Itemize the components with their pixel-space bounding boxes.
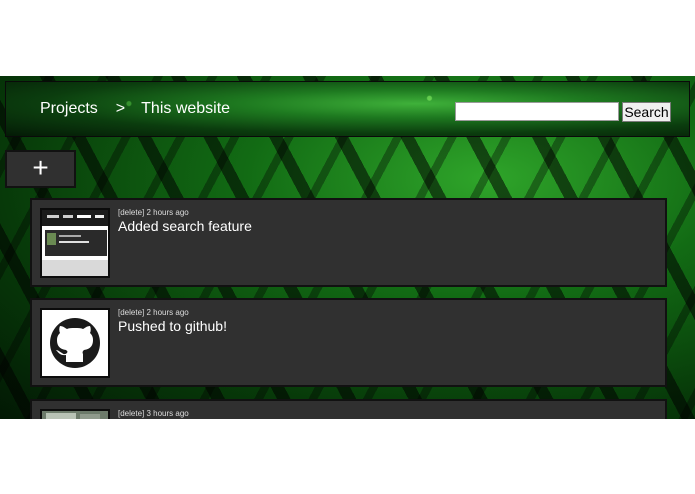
add-entry-button[interactable]: + xyxy=(5,150,76,188)
entry-title: Added search feature xyxy=(118,218,252,234)
search-input[interactable] xyxy=(455,102,619,121)
breadcrumb-current: This website xyxy=(141,100,231,117)
github-thumbnail xyxy=(40,308,110,378)
entry-time: 2 hours ago xyxy=(146,208,189,217)
page-viewport: Projects > This website Search + [delete… xyxy=(0,76,695,419)
list-item: [delete] 2 hours ago Pushed to github! xyxy=(30,298,667,387)
delete-link[interactable]: [delete] xyxy=(118,208,144,217)
screenshot-thumbnail xyxy=(40,208,110,278)
search-button[interactable]: Search xyxy=(622,102,671,122)
list-item: [delete] 2 hours ago Added search featur… xyxy=(30,198,667,287)
github-icon xyxy=(50,318,100,368)
header-banner: Projects > This website Search xyxy=(5,81,690,137)
breadcrumb: Projects > This website xyxy=(40,100,230,118)
entry-time: 3 hours ago xyxy=(146,409,189,418)
breadcrumb-projects[interactable]: Projects xyxy=(40,100,98,118)
delete-link[interactable]: [delete] xyxy=(118,409,144,418)
entry-time: 2 hours ago xyxy=(146,308,189,317)
list-item: [delete] 3 hours ago xyxy=(30,399,667,419)
photo-thumbnail xyxy=(40,409,110,419)
delete-link[interactable]: [delete] xyxy=(118,308,144,317)
breadcrumb-separator: > xyxy=(115,100,126,117)
entry-title: Pushed to github! xyxy=(118,318,227,334)
